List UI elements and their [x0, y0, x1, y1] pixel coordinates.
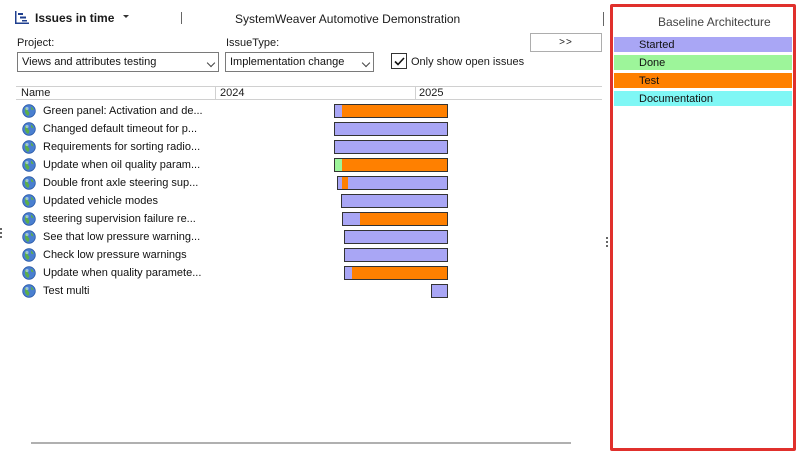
table-row[interactable]: Changed default timeout for p...	[22, 120, 452, 138]
issue-name: Update when oil quality param...	[43, 159, 201, 171]
table-row[interactable]: Update when oil quality param...	[22, 156, 452, 174]
table-row[interactable]: See that low pressure warning...	[22, 228, 452, 246]
chevron-down-icon[interactable]	[123, 15, 129, 18]
issues-pane: Issues in time SystemWeaver Automotive D…	[0, 0, 606, 455]
column-divider[interactable]	[215, 87, 216, 100]
legend-panel: Baseline Architecture Started Done Test Doc…	[610, 4, 796, 451]
issue-name: Check low pressure warnings	[43, 249, 187, 261]
globe-icon	[22, 266, 36, 280]
legend-item-test: Test	[614, 72, 792, 88]
issue-name: Double front axle steering sup...	[43, 177, 199, 189]
globe-icon	[22, 104, 36, 118]
timeline-bar-started[interactable]	[334, 122, 448, 136]
timeline-bar-started[interactable]	[431, 284, 448, 298]
issuetype-select-value: Implementation change	[230, 56, 345, 68]
table-row[interactable]: Update when quality paramete...	[22, 264, 452, 282]
globe-icon	[22, 248, 36, 262]
only-open-checkbox[interactable]	[391, 53, 407, 69]
legend-item-done: Done	[614, 54, 792, 70]
legend-title: Baseline Architecture	[658, 15, 771, 29]
chevron-down-icon	[206, 58, 216, 68]
expand-button[interactable]: >>	[530, 33, 602, 52]
timeline-bar-started[interactable]	[342, 212, 361, 226]
legend-item-started: Started	[614, 36, 792, 52]
timeline-chart-icon	[15, 11, 29, 24]
only-open-label[interactable]: Only show open issues	[411, 56, 524, 68]
globe-icon	[22, 122, 36, 136]
splitter-grip-icon[interactable]	[0, 228, 2, 238]
issuetype-select[interactable]: Implementation change	[225, 52, 374, 72]
pane-header: Issues in time SystemWeaver Automotive D…	[0, 6, 606, 28]
globe-icon	[22, 284, 36, 298]
issue-name: Changed default timeout for p...	[43, 123, 198, 135]
table-row[interactable]: Green panel: Activation and de...	[22, 102, 452, 120]
issue-name: Green panel: Activation and de...	[43, 105, 203, 117]
timeline-bar-test[interactable]	[342, 104, 448, 118]
issue-name: Updated vehicle modes	[43, 195, 158, 207]
chevron-down-icon	[361, 58, 371, 68]
column-header-2025: 2025	[419, 87, 444, 99]
table-row[interactable]: steering supervision failure re...	[22, 210, 452, 228]
checkmark-icon	[394, 57, 405, 66]
globe-icon	[22, 194, 36, 208]
issue-name: See that low pressure warning...	[43, 231, 201, 243]
column-divider	[415, 87, 416, 100]
globe-icon	[22, 176, 36, 190]
legend-item-documentation: Documentation	[614, 90, 792, 106]
timeline-bar-started[interactable]	[344, 248, 448, 262]
app-title[interactable]: Issues in time	[35, 11, 114, 25]
timeline-bar-started[interactable]	[344, 230, 448, 244]
table-row[interactable]: Test multi	[22, 282, 452, 300]
header-divider	[181, 12, 182, 24]
project-select[interactable]: Views and attributes testing	[17, 52, 219, 72]
project-select-value: Views and attributes testing	[22, 56, 157, 68]
header-divider-right	[603, 12, 604, 26]
timeline-bar-test[interactable]	[342, 158, 448, 172]
timeline-bar-test[interactable]	[360, 212, 448, 226]
project-label: Project:	[17, 37, 55, 49]
globe-icon	[22, 158, 36, 172]
splitter-grip-icon[interactable]	[606, 237, 608, 247]
globe-icon	[22, 140, 36, 154]
column-header-name[interactable]: Name	[21, 87, 50, 99]
column-header-2024: 2024	[220, 87, 245, 99]
table-header: Name 2024 2025	[16, 86, 602, 100]
table-row[interactable]: Requirements for sorting radio...	[22, 138, 452, 156]
timeline-bar-started[interactable]	[334, 140, 448, 154]
timeline-bar-started[interactable]	[341, 194, 448, 208]
table-row[interactable]: Check low pressure warnings	[22, 246, 452, 264]
table-row[interactable]: Double front axle steering sup...	[22, 174, 452, 192]
timeline-bar-started[interactable]	[348, 176, 448, 190]
table-row[interactable]: Updated vehicle modes	[22, 192, 452, 210]
window-title: SystemWeaver Automotive Demonstration	[235, 12, 461, 26]
issue-name: Update when quality paramete...	[43, 267, 202, 279]
horizontal-scrollbar[interactable]	[31, 442, 571, 444]
issue-name: Test multi	[43, 285, 90, 297]
timeline-bar-test[interactable]	[352, 266, 448, 280]
globe-icon	[22, 212, 36, 226]
globe-icon	[22, 230, 36, 244]
issue-name: Requirements for sorting radio...	[43, 141, 201, 153]
issue-name: steering supervision failure re...	[43, 213, 196, 225]
issuetype-label: IssueType:	[226, 37, 280, 49]
